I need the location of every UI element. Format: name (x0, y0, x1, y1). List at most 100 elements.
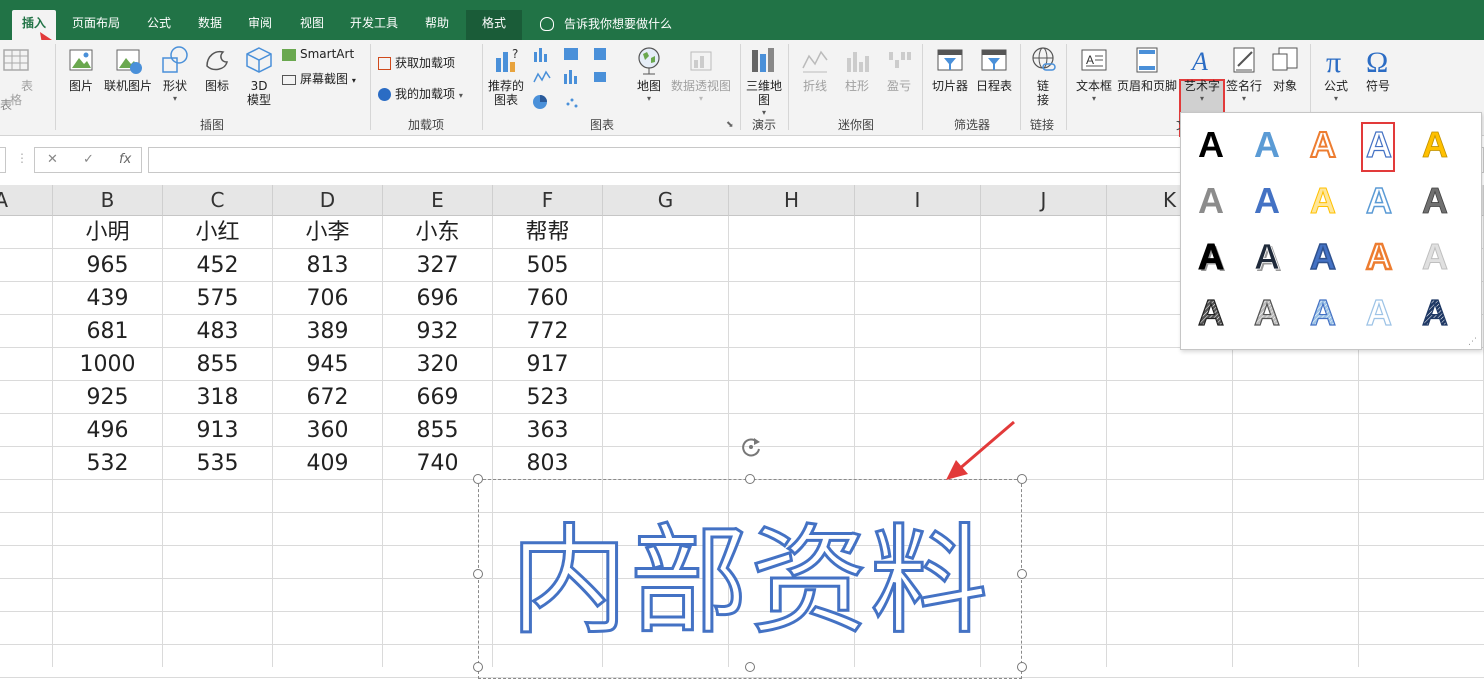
data-cell[interactable]: 月 (0, 348, 53, 381)
header-footer-button[interactable]: 页眉和页脚 (1116, 44, 1178, 93)
empty-cell[interactable] (603, 381, 729, 414)
equation-button[interactable]: π 公式 ▾ (1316, 44, 1356, 103)
empty-cell[interactable] (603, 414, 729, 447)
data-cell[interactable]: 760 (493, 282, 603, 315)
wordart-style-blue-gradient[interactable]: A (1242, 118, 1292, 168)
wordart-style-light-blue-outline[interactable]: A (1354, 174, 1404, 224)
tab-view[interactable]: 视图 (290, 10, 334, 40)
empty-cell[interactable] (981, 216, 1107, 249)
data-cell[interactable]: 913 (163, 414, 273, 447)
column-header-a[interactable]: A (0, 185, 53, 216)
tab-review[interactable]: 审阅 (238, 10, 282, 40)
wordart-style-black-shadow[interactable]: AA (1186, 230, 1236, 280)
data-cell[interactable]: 706 (273, 282, 383, 315)
empty-cell[interactable] (729, 216, 855, 249)
get-addins-button[interactable]: 获取加载项 (378, 54, 455, 71)
timeline-button[interactable]: 日程表 (972, 44, 1016, 93)
wordart-style-dark-outline[interactable]: AA (1242, 230, 1292, 280)
data-cell[interactable]: 月 (0, 282, 53, 315)
empty-cell[interactable] (981, 249, 1107, 282)
data-cell[interactable]: 523 (493, 381, 603, 414)
resize-handle-s[interactable] (745, 662, 755, 672)
data-cell[interactable]: 439 (53, 282, 163, 315)
wordart-style-silver[interactable]: A (1410, 230, 1460, 280)
tell-me-box[interactable]: 告诉我你想要做什么 (540, 12, 672, 36)
data-cell[interactable]: 496 (53, 414, 163, 447)
wordart-style-orange-outline[interactable]: A (1298, 118, 1348, 168)
empty-cell[interactable] (1359, 447, 1484, 480)
sparkline-column-button[interactable]: 柱形 (840, 44, 874, 93)
data-cell[interactable]: 483 (163, 315, 273, 348)
empty-cell[interactable] (603, 315, 729, 348)
wordart-style-blue-reflection[interactable]: A (1242, 174, 1292, 224)
tab-data[interactable]: 数据 (188, 10, 232, 40)
empty-cell[interactable] (855, 282, 981, 315)
empty-cell[interactable] (729, 282, 855, 315)
empty-cell[interactable] (855, 249, 981, 282)
header-cell[interactable]: 份 (0, 216, 53, 249)
column-header-c[interactable]: C (163, 185, 273, 216)
data-cell[interactable]: 月 (0, 381, 53, 414)
data-cell[interactable]: 360 (273, 414, 383, 447)
data-cell[interactable]: 803 (493, 447, 603, 480)
wordart-style-dark-blue-pattern[interactable]: A (1410, 286, 1460, 336)
icons-button[interactable]: 图标 (200, 44, 234, 93)
empty-cell[interactable] (603, 216, 729, 249)
shapes-button[interactable]: 形状 ▾ (158, 44, 192, 103)
data-cell[interactable]: 855 (163, 348, 273, 381)
signature-line-button[interactable]: 签名行 ▾ (1224, 44, 1264, 103)
empty-cell[interactable] (729, 381, 855, 414)
data-cell[interactable]: 320 (383, 348, 493, 381)
empty-cell[interactable] (1359, 414, 1484, 447)
empty-cell[interactable] (603, 282, 729, 315)
empty-cell[interactable] (1233, 447, 1359, 480)
empty-cell[interactable] (981, 348, 1107, 381)
empty-cell[interactable] (855, 315, 981, 348)
tab-help[interactable]: 帮助 (415, 10, 459, 40)
recommended-charts-button[interactable]: ? 推荐的 图表 (486, 44, 526, 107)
empty-cell[interactable] (855, 216, 981, 249)
data-cell[interactable]: 月 (0, 447, 53, 480)
tab-page-layout[interactable]: 页面布局 (62, 10, 130, 40)
maps-button[interactable]: 地图 ▾ (632, 44, 666, 103)
wordart-style-gray-fill[interactable]: A (1186, 174, 1236, 224)
data-cell[interactable]: 409 (273, 447, 383, 480)
resize-handle-n[interactable] (745, 474, 755, 484)
data-cell[interactable]: 932 (383, 315, 493, 348)
sparkline-winloss-button[interactable]: 盈亏 (882, 44, 916, 93)
empty-cell[interactable] (603, 447, 729, 480)
data-cell[interactable]: 327 (383, 249, 493, 282)
data-cell[interactable]: 363 (493, 414, 603, 447)
data-cell[interactable]: 535 (163, 447, 273, 480)
data-cell[interactable]: 669 (383, 381, 493, 414)
screenshot-button[interactable]: 屏幕截图 ▾ (282, 70, 356, 87)
data-cell[interactable]: 1000 (53, 348, 163, 381)
wordart-style-orange-bevel[interactable]: A (1354, 230, 1404, 280)
fx-icon[interactable]: fx (119, 152, 131, 167)
empty-cell[interactable] (1233, 414, 1359, 447)
data-cell[interactable]: 月 (0, 315, 53, 348)
wordart-style-gray-shadow[interactable]: A (1410, 174, 1460, 224)
empty-cell[interactable] (603, 249, 729, 282)
data-cell[interactable]: 681 (53, 315, 163, 348)
gallery-resize-grip-icon[interactable]: ⋰ (1468, 337, 1477, 347)
header-cell[interactable]: 帮帮 (493, 216, 603, 249)
name-box[interactable] (0, 147, 6, 173)
pivot-chart-button[interactable]: 数据透视图 ▾ (670, 44, 732, 103)
column-header-b[interactable]: B (53, 185, 163, 216)
data-cell[interactable]: 月 (0, 414, 53, 447)
data-cell[interactable]: 945 (273, 348, 383, 381)
my-addins-button[interactable]: 我的加载项 ▾ (378, 85, 463, 102)
online-picture-button[interactable]: 联机图片 (102, 44, 154, 93)
data-cell[interactable]: 813 (273, 249, 383, 282)
smartart-button[interactable]: SmartArt (282, 47, 354, 61)
header-cell[interactable]: 小东 (383, 216, 493, 249)
empty-cell[interactable] (981, 282, 1107, 315)
wordart-style-gray-pattern[interactable]: A (1242, 286, 1292, 336)
empty-cell[interactable] (1233, 381, 1359, 414)
header-cell[interactable]: 小明 (53, 216, 163, 249)
empty-cell[interactable] (1107, 447, 1233, 480)
column-header-f[interactable]: F (493, 185, 603, 216)
header-cell[interactable]: 小红 (163, 216, 273, 249)
wordart-button[interactable]: A 艺术字 ▾ (1180, 44, 1224, 103)
